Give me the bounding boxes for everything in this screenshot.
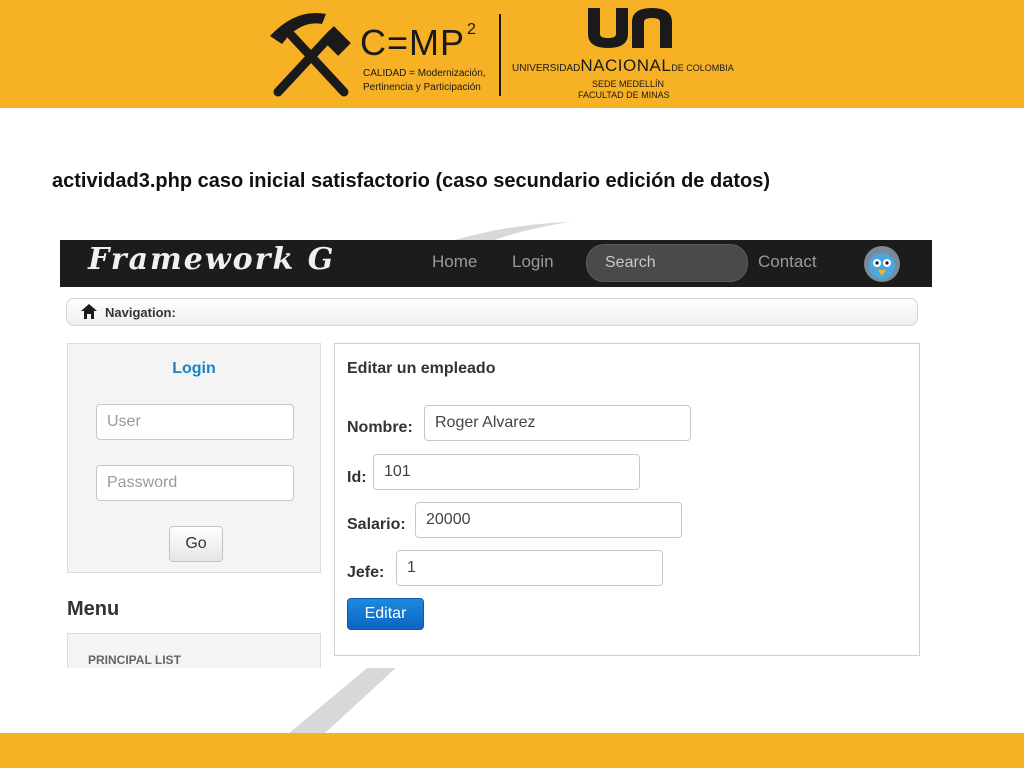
un-name-line: UNIVERSIDADNACIONALDE COLOMBIA — [512, 56, 734, 75]
cmp-title: C=MP 2 — [360, 21, 477, 63]
logo-divider — [499, 14, 501, 96]
id-field[interactable] — [373, 454, 640, 490]
user-input[interactable] — [96, 404, 294, 440]
un-logo: UNIVERSIDADNACIONALDE COLOMBIA SEDE MEDE… — [508, 8, 758, 103]
go-button[interactable]: Go — [169, 526, 223, 562]
search-input[interactable] — [586, 244, 748, 282]
cmp-subtitle-line2: Pertinencia y Participación — [363, 82, 481, 93]
edit-form-title: Editar un empleado — [347, 360, 496, 377]
menu-panel: PRINCIPAL LIST — [67, 633, 321, 668]
jefe-label: Jefe: — [347, 564, 385, 581]
bird-avatar-icon[interactable] — [858, 242, 906, 286]
top-banner: C=MP 2 CALIDAD = Modernización, Pertinenc… — [0, 0, 1024, 108]
crossed-tools-icon — [270, 12, 351, 97]
salario-label: Salario: — [347, 516, 406, 533]
edit-employee-panel: Editar un empleado Nombre: Id: Salario: … — [334, 343, 920, 656]
slide-title: actividad3.php caso inicial satisfactori… — [52, 170, 770, 192]
password-input[interactable] — [96, 465, 294, 501]
login-title: Login — [172, 360, 216, 377]
un-facultad: FACULTAD DE MINAS — [578, 90, 670, 100]
un-sede: SEDE MEDELLÍN — [592, 79, 665, 89]
brand-logo[interactable]: Framework G — [88, 242, 335, 277]
cmp-subtitle-line1: CALIDAD = Modernización, — [363, 68, 486, 79]
nombre-label: Nombre: — [347, 419, 413, 436]
menu-item-principal-list[interactable]: PRINCIPAL LIST — [88, 653, 181, 667]
bottom-bar — [0, 733, 1024, 768]
login-panel: Login Go — [67, 343, 321, 573]
jefe-field[interactable] — [396, 550, 663, 586]
editar-button[interactable]: Editar — [347, 598, 424, 630]
app-screenshot: Framework G Home Login Contact Navigatio… — [60, 240, 932, 668]
menu-title: Menu — [67, 598, 120, 620]
id-label: Id: — [347, 469, 367, 486]
cmp-logo: C=MP 2 CALIDAD = Modernización, Pertinenc… — [266, 10, 506, 100]
nav-contact-link[interactable]: Contact — [758, 252, 817, 272]
un-mark-icon — [588, 8, 672, 48]
decorative-swoosh-bottom — [288, 664, 400, 734]
nav-home-link[interactable]: Home — [432, 252, 477, 272]
navbar: Framework G Home Login Contact — [60, 240, 932, 287]
home-icon[interactable] — [81, 304, 97, 319]
nombre-field[interactable] — [424, 405, 691, 441]
breadcrumb-label: Navigation: — [105, 305, 176, 320]
breadcrumb: Navigation: — [66, 298, 918, 326]
nav-login-link[interactable]: Login — [512, 252, 554, 272]
salario-field[interactable] — [415, 502, 682, 538]
